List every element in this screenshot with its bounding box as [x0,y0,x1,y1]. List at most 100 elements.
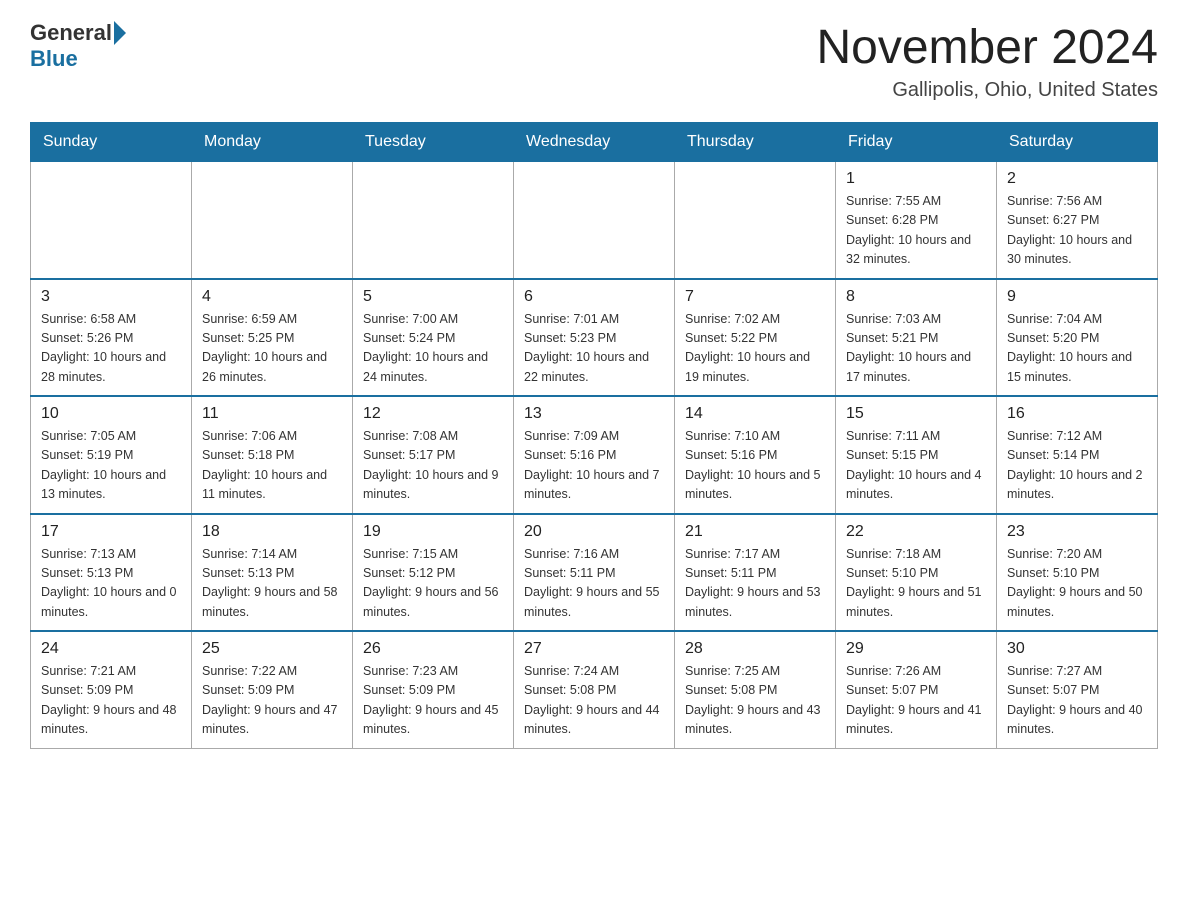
day-number: 14 [685,405,825,423]
day-info: Sunrise: 7:27 AMSunset: 5:07 PMDaylight:… [1007,662,1147,740]
day-info: Sunrise: 7:10 AMSunset: 5:16 PMDaylight:… [685,427,825,505]
day-info: Sunrise: 7:55 AMSunset: 6:28 PMDaylight:… [846,192,986,270]
calendar-cell: 13Sunrise: 7:09 AMSunset: 5:16 PMDayligh… [514,396,675,514]
calendar-cell: 4 Sunrise: 6:59 AMSunset: 5:25 PMDaylight… [192,279,353,397]
calendar-cell: 30 Sunrise: 7:27 AMSunset: 5:07 PMDayligh… [997,631,1158,748]
day-number: 3 [41,288,181,306]
day-number: 6 [524,288,664,306]
day-info: Sunrise: 7:21 AMSunset: 5:09 PMDaylight:… [41,662,181,740]
day-info: Sunrise: 7:08 AMSunset: 5:17 PMDaylight:… [363,427,503,505]
calendar-cell: 14 Sunrise: 7:10 AMSunset: 5:16 PMDayligh… [675,396,836,514]
location-title: Gallipolis, Ohio, United States [816,79,1158,102]
day-of-week-header: Thursday [675,123,836,162]
calendar-cell: 23 Sunrise: 7:20 AMSunset: 5:10 PMDayligh… [997,514,1158,632]
calendar-cell: 9 Sunrise: 7:04 AMSunset: 5:20 PMDaylight… [997,279,1158,397]
day-info: Sunrise: 7:14 AMSunset: 5:13 PMDaylight:… [202,545,342,623]
day-number: 26 [363,640,503,658]
day-number: 10 [41,405,181,423]
calendar-cell [31,162,192,279]
day-number: 1 [846,170,986,188]
day-number: 17 [41,523,181,541]
day-info: Sunrise: 7:15 AMSunset: 5:12 PMDaylight:… [363,545,503,623]
day-number: 4 [202,288,342,306]
day-info: Sunrise: 7:26 AMSunset: 5:07 PMDaylight:… [846,662,986,740]
calendar-cell: 18 Sunrise: 7:14 AMSunset: 5:13 PMDayligh… [192,514,353,632]
day-of-week-header: Friday [836,123,997,162]
calendar-cell: 21Sunrise: 7:17 AMSunset: 5:11 PMDayligh… [675,514,836,632]
day-number: 29 [846,640,986,658]
calendar-cell: 24 Sunrise: 7:21 AMSunset: 5:09 PMDayligh… [31,631,192,748]
calendar-header-row: SundayMondayTuesdayWednesdayThursdayFrid… [31,123,1158,162]
day-of-week-header: Tuesday [353,123,514,162]
calendar-week-row: 3 Sunrise: 6:58 AMSunset: 5:26 PMDaylight… [31,279,1158,397]
calendar-cell [353,162,514,279]
day-info: Sunrise: 7:06 AMSunset: 5:18 PMDaylight:… [202,427,342,505]
calendar-cell [192,162,353,279]
day-info: Sunrise: 7:04 AMSunset: 5:20 PMDaylight:… [1007,310,1147,388]
day-number: 30 [1007,640,1147,658]
header: General Blue November 2024 Gallipolis, O… [30,20,1158,102]
day-number: 11 [202,405,342,423]
calendar-cell: 1 Sunrise: 7:55 AMSunset: 6:28 PMDaylight… [836,162,997,279]
calendar-table: SundayMondayTuesdayWednesdayThursdayFrid… [30,122,1158,749]
calendar-cell: 8Sunrise: 7:03 AMSunset: 5:21 PMDaylight… [836,279,997,397]
calendar-cell: 2 Sunrise: 7:56 AMSunset: 6:27 PMDaylight… [997,162,1158,279]
day-of-week-header: Sunday [31,123,192,162]
logo-blue-text: Blue [30,46,78,72]
day-info: Sunrise: 7:02 AMSunset: 5:22 PMDaylight:… [685,310,825,388]
day-number: 12 [363,405,503,423]
day-number: 2 [1007,170,1147,188]
day-number: 15 [846,405,986,423]
calendar-cell: 25Sunrise: 7:22 AMSunset: 5:09 PMDayligh… [192,631,353,748]
day-info: Sunrise: 7:56 AMSunset: 6:27 PMDaylight:… [1007,192,1147,270]
calendar-cell: 28 Sunrise: 7:25 AMSunset: 5:08 PMDayligh… [675,631,836,748]
calendar-week-row: 10 Sunrise: 7:05 AMSunset: 5:19 PMDayligh… [31,396,1158,514]
day-info: Sunrise: 7:22 AMSunset: 5:09 PMDaylight:… [202,662,342,740]
day-info: Sunrise: 7:25 AMSunset: 5:08 PMDaylight:… [685,662,825,740]
calendar-week-row: 1 Sunrise: 7:55 AMSunset: 6:28 PMDaylight… [31,162,1158,279]
day-number: 7 [685,288,825,306]
day-number: 28 [685,640,825,658]
day-number: 9 [1007,288,1147,306]
calendar-cell: 27 Sunrise: 7:24 AMSunset: 5:08 PMDayligh… [514,631,675,748]
day-number: 20 [524,523,664,541]
day-info: Sunrise: 6:59 AMSunset: 5:25 PMDaylight:… [202,310,342,388]
day-info: Sunrise: 7:13 AMSunset: 5:13 PMDaylight:… [41,545,181,623]
day-number: 23 [1007,523,1147,541]
day-number: 18 [202,523,342,541]
day-info: Sunrise: 7:05 AMSunset: 5:19 PMDaylight:… [41,427,181,505]
calendar-week-row: 17 Sunrise: 7:13 AMSunset: 5:13 PMDayligh… [31,514,1158,632]
calendar-cell: 5 Sunrise: 7:00 AMSunset: 5:24 PMDaylight… [353,279,514,397]
calendar-cell: 26 Sunrise: 7:23 AMSunset: 5:09 PMDayligh… [353,631,514,748]
calendar-cell: 3 Sunrise: 6:58 AMSunset: 5:26 PMDaylight… [31,279,192,397]
day-number: 27 [524,640,664,658]
day-info: Sunrise: 7:09 AMSunset: 5:16 PMDaylight:… [524,427,664,505]
day-of-week-header: Saturday [997,123,1158,162]
day-info: Sunrise: 7:03 AMSunset: 5:21 PMDaylight:… [846,310,986,388]
day-info: Sunrise: 7:20 AMSunset: 5:10 PMDaylight:… [1007,545,1147,623]
day-info: Sunrise: 7:18 AMSunset: 5:10 PMDaylight:… [846,545,986,623]
calendar-cell: 17 Sunrise: 7:13 AMSunset: 5:13 PMDayligh… [31,514,192,632]
day-info: Sunrise: 7:12 AMSunset: 5:14 PMDaylight:… [1007,427,1147,505]
day-info: Sunrise: 6:58 AMSunset: 5:26 PMDaylight:… [41,310,181,388]
day-info: Sunrise: 7:23 AMSunset: 5:09 PMDaylight:… [363,662,503,740]
day-info: Sunrise: 7:00 AMSunset: 5:24 PMDaylight:… [363,310,503,388]
calendar-cell: 19Sunrise: 7:15 AMSunset: 5:12 PMDayligh… [353,514,514,632]
day-number: 24 [41,640,181,658]
logo: General Blue [30,20,126,72]
day-number: 21 [685,523,825,541]
calendar-cell: 7 Sunrise: 7:02 AMSunset: 5:22 PMDaylight… [675,279,836,397]
calendar-cell: 22 Sunrise: 7:18 AMSunset: 5:10 PMDayligh… [836,514,997,632]
day-number: 5 [363,288,503,306]
day-of-week-header: Monday [192,123,353,162]
day-info: Sunrise: 7:11 AMSunset: 5:15 PMDaylight:… [846,427,986,505]
calendar-cell: 10 Sunrise: 7:05 AMSunset: 5:19 PMDayligh… [31,396,192,514]
calendar-cell [514,162,675,279]
calendar-cell: 29 Sunrise: 7:26 AMSunset: 5:07 PMDayligh… [836,631,997,748]
calendar-cell [675,162,836,279]
title-area: November 2024 Gallipolis, Ohio, United S… [816,20,1158,102]
logo-triangle-icon [114,21,126,45]
day-number: 22 [846,523,986,541]
day-info: Sunrise: 7:24 AMSunset: 5:08 PMDaylight:… [524,662,664,740]
calendar-cell: 16Sunrise: 7:12 AMSunset: 5:14 PMDayligh… [997,396,1158,514]
